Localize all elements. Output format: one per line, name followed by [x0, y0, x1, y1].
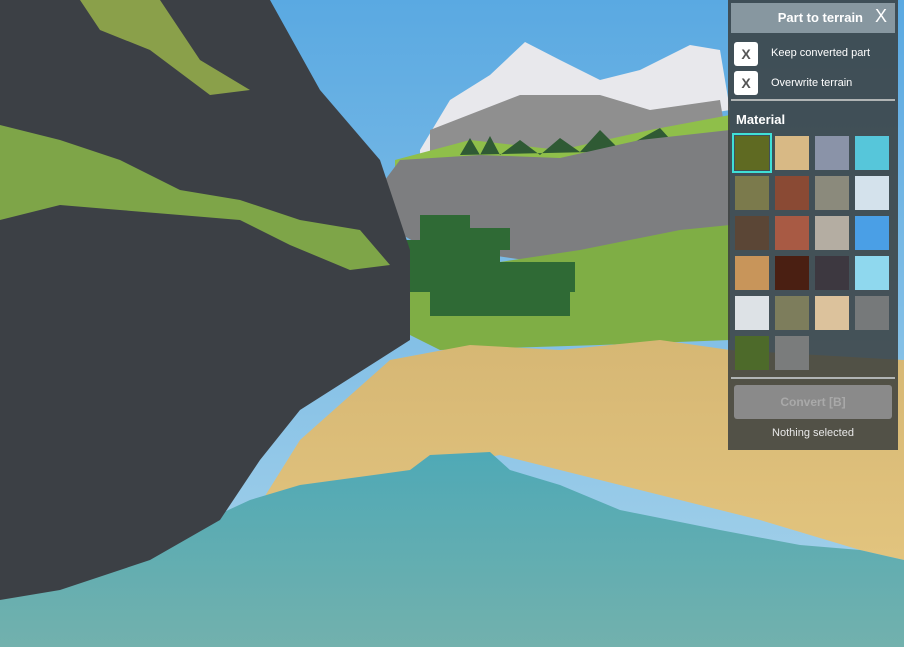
keep-converted-part-label: Keep converted part [771, 47, 871, 59]
divider [731, 99, 895, 101]
convert-button[interactable]: Convert [B] [734, 385, 892, 419]
material-tile-grass[interactable] [732, 133, 772, 173]
status-text: Nothing selected [772, 427, 854, 439]
material-tile-sand[interactable] [775, 136, 809, 170]
material-tile-ground[interactable] [735, 176, 769, 210]
material-tile-asphalt[interactable] [855, 296, 889, 330]
material-tile-wood-planks[interactable] [735, 256, 769, 290]
overwrite-terrain-label: Overwrite terrain [771, 77, 853, 89]
material-tile-salt[interactable] [735, 296, 769, 330]
material-tile-snow[interactable] [855, 176, 889, 210]
material-tile-cracked-lava[interactable] [775, 256, 809, 290]
material-tile-sandstone[interactable] [815, 296, 849, 330]
material-tile-water[interactable] [855, 136, 889, 170]
material-tile-concrete[interactable] [815, 216, 849, 250]
part-to-terrain-panel: Part to terrain X X Keep converted part … [728, 0, 898, 450]
overwrite-terrain-checkbox[interactable]: X [734, 71, 758, 95]
panel-titlebar[interactable]: Part to terrain X [731, 3, 895, 33]
keep-converted-part-checkbox[interactable]: X [734, 42, 758, 66]
material-tile-ice[interactable] [855, 256, 889, 290]
material-tile-pavement[interactable] [775, 336, 809, 370]
material-tile-cobblestone[interactable] [775, 296, 809, 330]
material-tile-mud[interactable] [735, 216, 769, 250]
material-tile-rock[interactable] [815, 136, 849, 170]
panel-title: Part to terrain [777, 10, 863, 25]
material-heading: Material [736, 112, 786, 127]
material-tile-leafy-grass[interactable] [735, 336, 769, 370]
divider [731, 377, 895, 379]
material-tile-slate[interactable] [815, 176, 849, 210]
close-button[interactable]: X [875, 6, 887, 27]
material-tile-brick[interactable] [775, 216, 809, 250]
material-tile-wood-planks-red[interactable] [775, 176, 809, 210]
material-tile-glacier[interactable] [855, 216, 889, 250]
material-tile-basalt[interactable] [815, 256, 849, 290]
